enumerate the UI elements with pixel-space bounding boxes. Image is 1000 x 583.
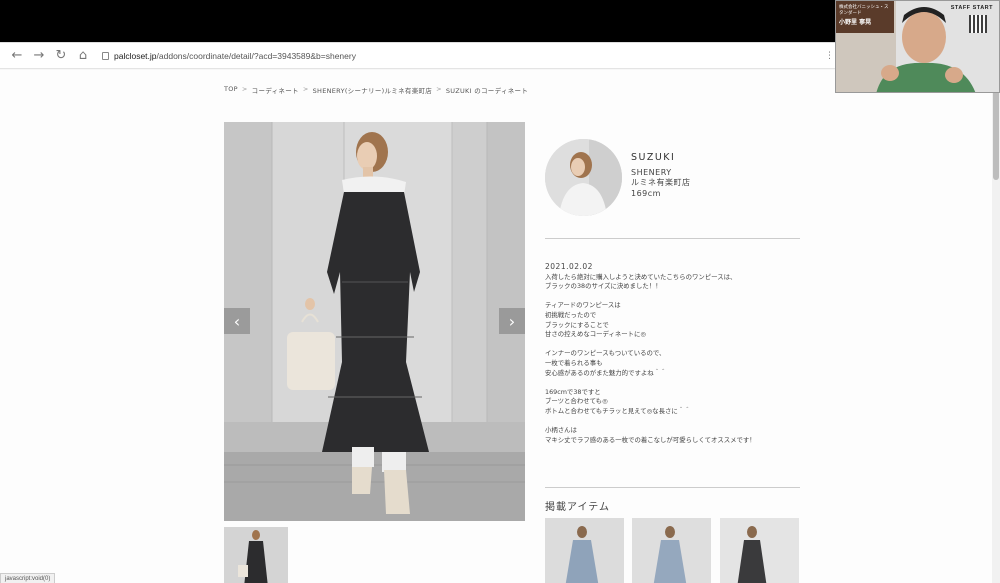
browser-menu-icon[interactable]: ⋮ — [825, 51, 834, 61]
post-line: 甘さの控えめなコーディネートに◎ — [545, 330, 646, 339]
coordinate-post: 2021.02.02 入荷したら絶対に購入しようと決めていたこちらのワンピースは… — [545, 262, 805, 445]
photo-thumbnail[interactable] — [224, 527, 288, 583]
lock-icon — [102, 51, 109, 60]
breadcrumb-store[interactable]: SHENERY(シーナリー)ルミネ有楽町店 — [313, 85, 433, 95]
url-domain: palcloset.jp — [114, 50, 157, 61]
browser-window: ← → ↻ ⌂ palcloset.jp/addons/coordinate/d… — [0, 42, 1000, 583]
featured-item-thumb[interactable] — [720, 518, 799, 583]
staff-name[interactable]: SUZUKI — [631, 152, 691, 164]
post-line: ブラックの38のサイズに決めました！！ — [545, 282, 662, 291]
item-illustration — [632, 518, 711, 583]
prev-photo-button[interactable]: ‹ — [224, 308, 250, 334]
post-date: 2021.02.02 — [545, 262, 593, 271]
post-line: 小柄さんは — [545, 426, 577, 435]
webcam-overlay: 株式会社バニッシュ・スタンダード 小野里 寧晃 STAFF START — [835, 0, 1000, 93]
staff-avatar[interactable] — [545, 139, 622, 216]
post-line: マキシ丈でラフ感のある一枚での着こなしが可愛らしくてオススメです！ — [545, 435, 756, 444]
post-line: 169cmで38ですと — [545, 387, 601, 396]
webcam-name-banner: 株式会社バニッシュ・スタンダード 小野里 寧晃 — [836, 1, 894, 33]
webcam-banner-company: 株式会社バニッシュ・スタンダード — [839, 5, 889, 16]
post-line — [545, 378, 805, 388]
post-line: 入荷したら絶対に購入しようと決めていたこちらのワンピースは、 — [545, 272, 737, 281]
featured-items-title: 掲載アイテム — [545, 502, 610, 513]
address-bar[interactable]: palcloset.jp/addons/coordinate/detail/?a… — [102, 51, 356, 61]
breadcrumb-top[interactable]: TOP — [224, 85, 238, 95]
scrollbar-thumb[interactable] — [993, 90, 999, 180]
coordinate-main-photo: ‹ › — [224, 122, 525, 521]
staff-height: 169cm — [631, 188, 661, 198]
avatar-illustration — [545, 139, 622, 216]
items-divider — [545, 487, 800, 488]
web-page: TOP > コーディネート > SHENERY(シーナリー)ルミネ有楽町店 > … — [0, 70, 1000, 583]
browser-status-bar: javascript:void(0) — [0, 573, 56, 583]
item-illustration — [720, 518, 799, 583]
item-illustration — [545, 518, 624, 583]
forward-arrow-icon[interactable]: → — [30, 47, 48, 65]
post-line — [545, 417, 805, 427]
url-path: /addons/coordinate/detail/?acd=3943589&b… — [156, 50, 356, 61]
breadcrumb-current: SUZUKI のコーディネート — [445, 87, 529, 95]
reload-icon[interactable]: ↻ — [52, 47, 70, 65]
staff-start-logo: STAFF START — [950, 5, 993, 11]
breadcrumb-separator: > — [241, 85, 248, 93]
post-line: インナーのワンピースもついているので、 — [545, 349, 666, 358]
page-scrollbar[interactable] — [992, 70, 1000, 583]
staff-store: ルミネ有楽町店 — [631, 178, 691, 187]
back-arrow-icon[interactable]: ← — [8, 47, 26, 65]
breadcrumb-coordinate[interactable]: コーディネート — [252, 85, 299, 95]
post-line: ブラックにすることで — [545, 320, 609, 329]
post-line: 初挑戦だったので — [545, 310, 597, 319]
post-line: ボトムと合わせてもチラッと見えて◎な長さに＾＾ — [545, 406, 691, 415]
profile-divider — [545, 238, 800, 239]
post-line: 一枚で着られる事も — [545, 358, 603, 367]
post-line — [545, 292, 805, 302]
staff-profile: SUZUKI SHENERY ルミネ有楽町店 169cm — [631, 152, 691, 199]
next-photo-button[interactable]: › — [499, 308, 525, 334]
coordinate-photo-illustration — [224, 122, 525, 521]
qr-code-icon — [969, 15, 987, 33]
featured-item-thumb[interactable] — [545, 518, 624, 583]
breadcrumb-separator: > — [302, 85, 309, 93]
webcam-person-name: 小野里 寧晃 — [839, 19, 872, 26]
post-line: ティアードのワンピースは — [545, 301, 621, 310]
chevron-left-icon: ‹ — [233, 311, 241, 331]
chevron-right-icon: › — [508, 311, 516, 331]
featured-item-thumb[interactable] — [632, 518, 711, 583]
post-line: ブーツと合わせても◎ — [545, 397, 608, 406]
post-line: 安心感があるのがまた魅力的ですよね＾＾ — [545, 368, 667, 377]
thumbnail-illustration — [224, 527, 288, 583]
breadcrumb-separator: > — [436, 85, 442, 93]
home-icon[interactable]: ⌂ — [74, 47, 92, 65]
post-line — [545, 340, 805, 350]
staff-brand: SHENERY — [631, 167, 672, 177]
breadcrumb: TOP > コーディネート > SHENERY(シーナリー)ルミネ有楽町店 > … — [224, 85, 528, 95]
